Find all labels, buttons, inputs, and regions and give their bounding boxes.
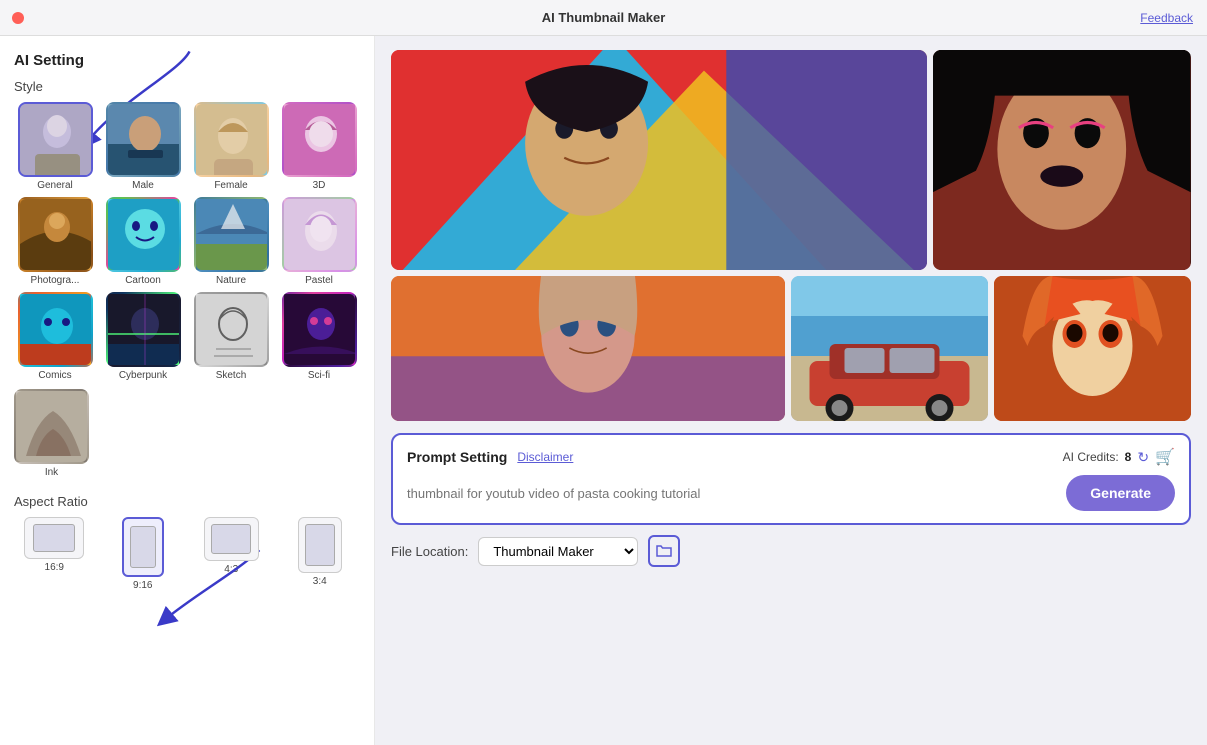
aspect-inner-3-4 [305,524,335,566]
style-thumb-cartoon [106,197,181,272]
style-label-general: General [37,180,73,191]
style-title: Style [14,79,360,94]
ai-credits-label: AI Credits: [1063,450,1119,464]
disclaimer-link[interactable]: Disclaimer [517,450,573,464]
titlebar: AI Thumbnail Maker Feedback [0,0,1207,36]
style-thumb-comics [18,292,93,367]
style-item-nature[interactable]: Nature [190,197,272,286]
style-item-scifi[interactable]: Sci-fi [278,292,360,381]
style-item-ink[interactable]: Ink [14,389,89,478]
style-label-cyberpunk: Cyberpunk [119,370,167,381]
aspect-grid: 16:9 9:16 4:3 3:4 [14,517,360,591]
gallery [391,50,1191,421]
style-thumb-3d [282,102,357,177]
gallery-image-car-beach[interactable] [791,276,988,421]
file-location-select[interactable]: Thumbnail Maker [478,537,638,566]
cart-icon[interactable]: 🛒 [1155,447,1175,467]
prompt-header: Prompt Setting Disclaimer AI Credits: 8 … [407,447,1175,467]
gallery-image-asian-man[interactable] [391,50,927,270]
aspect-ratio-title: Aspect Ratio [14,494,360,509]
style-thumb-male [106,102,181,177]
gallery-row1 [391,50,1191,270]
gallery-image-makeup[interactable] [933,50,1191,270]
style-thumb-female [194,102,269,177]
style-thumb-pastel [282,197,357,272]
style-label-nature: Nature [216,275,246,286]
style-item-pastel[interactable]: Pastel [278,197,360,286]
refresh-icon[interactable]: ↻ [1137,449,1149,466]
style-label-comics: Comics [38,370,71,381]
credits-value: 8 [1125,450,1132,464]
aspect-box-4-3 [204,517,259,561]
style-thumb-ink [14,389,89,464]
style-label-photo: Photogra... [31,275,80,286]
main-content: Prompt Setting Disclaimer AI Credits: 8 … [375,36,1207,745]
style-label-3d: 3D [313,180,326,191]
style-thumb-nature [194,197,269,272]
style-label-male: Male [132,180,154,191]
generate-button[interactable]: Generate [1066,475,1175,511]
aspect-label-4-3: 4:3 [224,564,238,575]
style-thumb-sketch [194,292,269,367]
ai-setting-title: AI Setting [14,52,360,69]
prompt-section: Prompt Setting Disclaimer AI Credits: 8 … [391,433,1191,525]
aspect-item-16-9[interactable]: 16:9 [14,517,95,591]
style-item-3d[interactable]: 3D [278,102,360,191]
style-item-male[interactable]: Male [102,102,184,191]
aspect-label-9-16: 9:16 [133,580,152,591]
aspect-inner-16-9 [33,524,75,552]
main-layout: AI Setting Style General [0,36,1207,745]
style-grid: General Male [14,102,360,381]
aspect-label-16-9: 16:9 [45,562,64,573]
style-item-cartoon[interactable]: Cartoon [102,197,184,286]
aspect-box-9-16 [122,517,164,577]
app-title: AI Thumbnail Maker [542,10,666,25]
style-label-sketch: Sketch [216,370,247,381]
ink-row: Ink [14,389,360,478]
style-item-general[interactable]: General [14,102,96,191]
file-location-label: File Location: [391,544,468,559]
aspect-inner-4-3 [211,524,251,554]
style-label-ink: Ink [45,467,58,478]
style-label-cartoon: Cartoon [125,275,161,286]
feedback-link[interactable]: Feedback [1140,11,1193,25]
style-thumb-photo [18,197,93,272]
prompt-input-row: Generate [407,475,1175,511]
aspect-item-4-3[interactable]: 4:3 [191,517,272,591]
style-thumb-general [18,102,93,177]
style-label-scifi: Sci-fi [308,370,330,381]
prompt-title: Prompt Setting [407,449,507,465]
folder-button[interactable] [648,535,680,567]
file-location-row: File Location: Thumbnail Maker [391,535,1191,567]
style-label-pastel: Pastel [305,275,333,286]
style-item-sketch[interactable]: Sketch [190,292,272,381]
aspect-item-3-4[interactable]: 3:4 [280,517,361,591]
sidebar: AI Setting Style General [0,36,375,745]
style-item-female[interactable]: Female [190,102,272,191]
aspect-item-9-16[interactable]: 9:16 [103,517,184,591]
style-thumb-cyberpunk [106,292,181,367]
close-button[interactable] [12,12,24,24]
gallery-image-anime-girl[interactable] [994,276,1191,421]
style-item-cyberpunk[interactable]: Cyberpunk [102,292,184,381]
style-item-photo[interactable]: Photogra... [14,197,96,286]
aspect-box-3-4 [298,517,342,573]
aspect-label-3-4: 3:4 [313,576,327,587]
prompt-input[interactable] [407,482,1056,505]
style-label-female: Female [214,180,247,191]
ai-credits-area: AI Credits: 8 ↻ 🛒 [1063,447,1175,467]
aspect-box-16-9 [24,517,84,559]
prompt-title-area: Prompt Setting Disclaimer [407,449,573,465]
gallery-image-girl-sunset[interactable] [391,276,785,421]
gallery-row2 [391,276,1191,421]
style-item-comics[interactable]: Comics [14,292,96,381]
aspect-inner-9-16 [130,526,156,568]
folder-icon [656,544,672,558]
style-thumb-scifi [282,292,357,367]
